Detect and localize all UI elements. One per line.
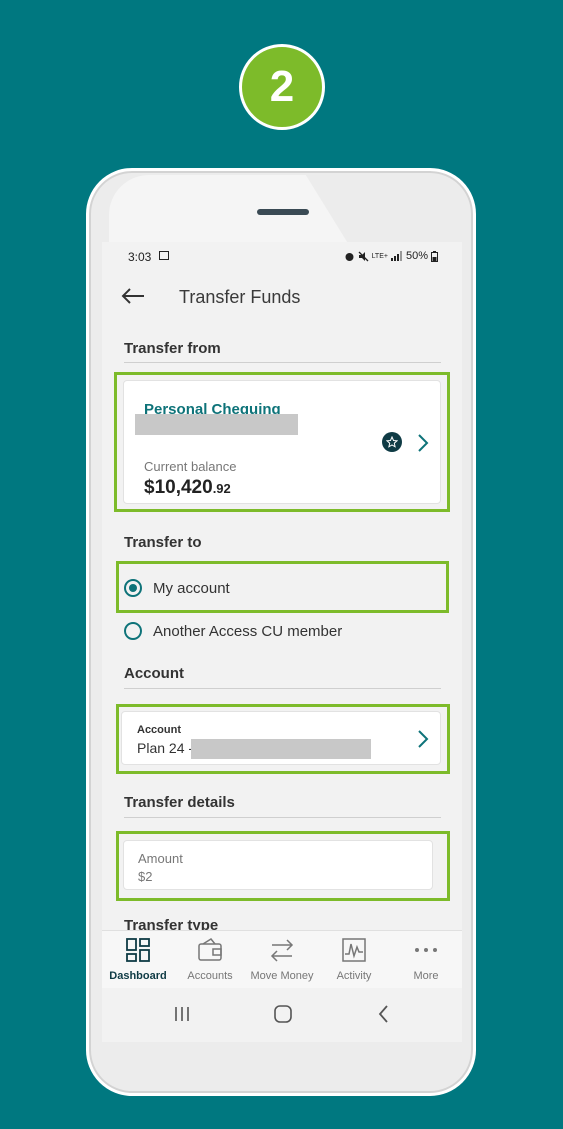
page-title: Transfer Funds bbox=[179, 287, 301, 307]
divider bbox=[124, 362, 441, 363]
phone-screen: 3:03 LTE+ 50% Transfer Funds Transfer fr… bbox=[102, 242, 462, 1042]
nav-accounts[interactable]: Accounts bbox=[174, 931, 246, 989]
bottom-nav: Dashboard Accounts Move Money Activity M… bbox=[102, 930, 462, 989]
divider bbox=[124, 688, 441, 689]
favorite-star-icon[interactable] bbox=[382, 432, 402, 452]
phone-speaker bbox=[257, 209, 309, 215]
nav-label: More bbox=[413, 970, 439, 982]
radio-label: Another Access CU member bbox=[153, 622, 343, 640]
redacted-account-number bbox=[191, 739, 371, 759]
status-bar: 3:03 LTE+ 50% bbox=[102, 242, 462, 272]
status-time: 3:03 bbox=[128, 250, 152, 264]
account-field-label: Account bbox=[137, 724, 181, 736]
transfer-arrows-icon bbox=[270, 939, 294, 962]
system-back-icon[interactable] bbox=[371, 1002, 397, 1026]
chevron-right-icon[interactable] bbox=[417, 729, 429, 749]
nav-dashboard[interactable]: Dashboard bbox=[102, 931, 174, 989]
home-icon[interactable] bbox=[270, 1002, 296, 1026]
more-dots-icon bbox=[415, 948, 437, 952]
wallet-icon bbox=[198, 938, 222, 961]
activity-chart-icon bbox=[342, 938, 366, 962]
network-type: LTE+ bbox=[371, 252, 388, 260]
nav-label: Move Money bbox=[250, 970, 314, 982]
mute-icon bbox=[358, 251, 369, 261]
account-heading: Account bbox=[124, 665, 184, 682]
chevron-right-icon[interactable] bbox=[417, 433, 429, 453]
back-arrow-icon[interactable] bbox=[120, 286, 146, 306]
account-select[interactable]: Account Plan 24 - bbox=[121, 711, 441, 765]
image-notification-icon bbox=[159, 251, 169, 260]
transfer-from-heading: Transfer from bbox=[124, 340, 221, 357]
alarm-icon bbox=[345, 252, 354, 261]
amount-input[interactable]: Amount $2 bbox=[123, 840, 433, 890]
divider bbox=[124, 817, 441, 818]
balance-value: $10,420.92 bbox=[144, 477, 231, 499]
balance-label: Current balance bbox=[144, 459, 237, 474]
recent-apps-icon[interactable] bbox=[169, 1002, 195, 1026]
amount-value: $2 bbox=[138, 869, 153, 884]
nav-activity[interactable]: Activity bbox=[318, 931, 390, 989]
balance-dollars: $10,420 bbox=[144, 477, 213, 498]
nav-label: Activity bbox=[336, 970, 372, 982]
transfer-to-heading: Transfer to bbox=[124, 534, 202, 551]
amount-label: Amount bbox=[138, 851, 183, 866]
account-field-value: Plan 24 - bbox=[137, 740, 194, 756]
nav-label: Dashboard bbox=[109, 970, 167, 982]
from-account-card[interactable]: Personal Chequing Current balance $10,42… bbox=[123, 380, 441, 504]
radio-label: My account bbox=[153, 579, 230, 597]
system-nav-bar bbox=[102, 988, 462, 1042]
radio-unselected-icon[interactable] bbox=[124, 622, 142, 640]
battery-percent: 50% bbox=[405, 250, 428, 262]
step-number-badge: 2 bbox=[239, 44, 325, 130]
redacted-account-number bbox=[135, 414, 298, 435]
battery-icon bbox=[431, 250, 438, 262]
radio-selected-icon[interactable] bbox=[124, 579, 142, 597]
app-header: Transfer Funds bbox=[102, 282, 462, 312]
balance-cents: .92 bbox=[212, 481, 231, 496]
radio-another-member[interactable]: Another Access CU member bbox=[124, 618, 342, 644]
nav-label: Accounts bbox=[187, 970, 233, 982]
transfer-details-heading: Transfer details bbox=[124, 794, 235, 811]
dashboard-icon bbox=[126, 938, 150, 962]
signal-icon bbox=[390, 251, 402, 261]
radio-my-account[interactable]: My account bbox=[124, 575, 230, 601]
nav-more[interactable]: More bbox=[390, 931, 462, 989]
nav-move-money[interactable]: Move Money bbox=[246, 931, 318, 989]
